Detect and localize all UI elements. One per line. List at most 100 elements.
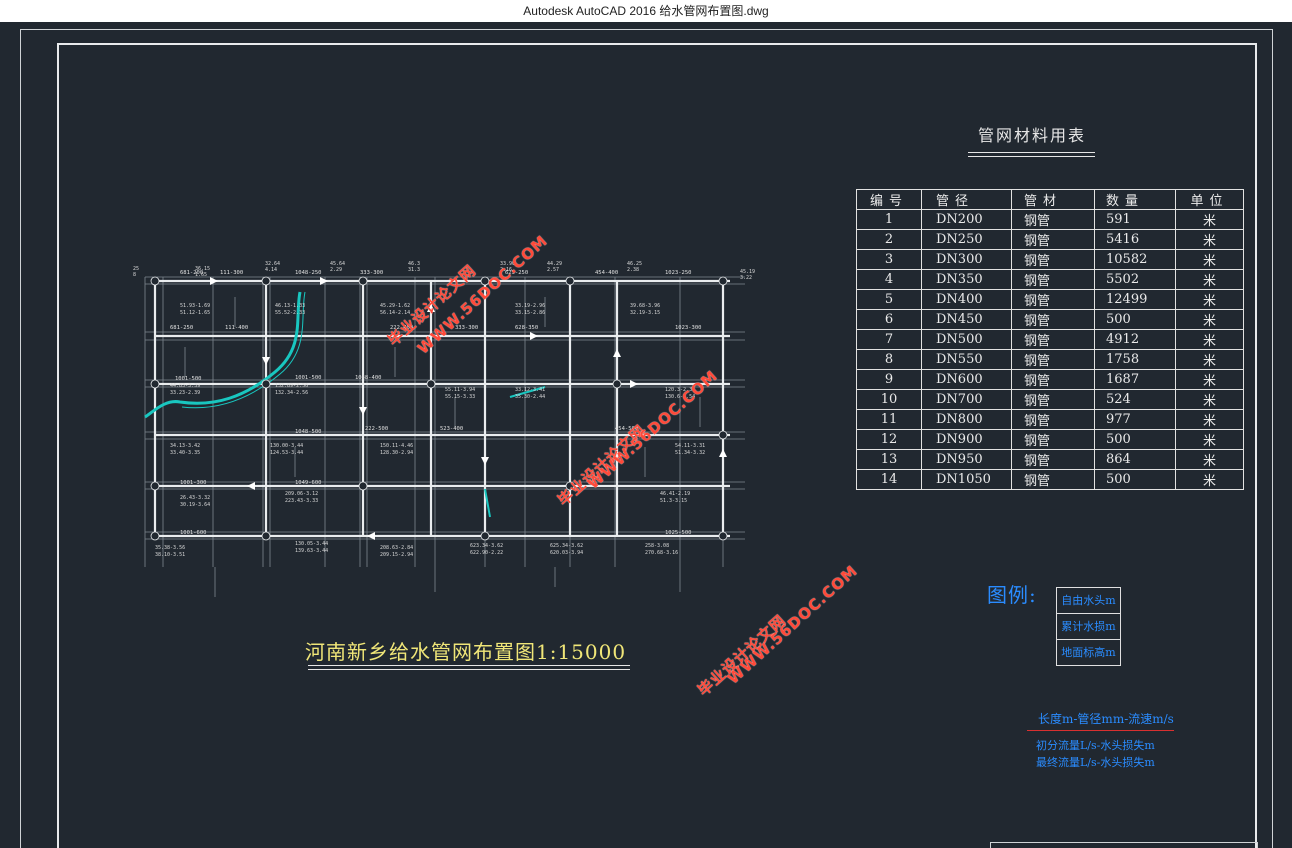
svg-text:32.19-3.15: 32.19-3.15 — [630, 310, 660, 316]
pipe-label: 1049-600 — [295, 480, 322, 486]
table-cell: 米 — [1175, 209, 1244, 230]
svg-text:34.13-3.42: 34.13-3.42 — [170, 443, 200, 449]
header-cell: 单位 — [1175, 189, 1244, 210]
table-cell: 钢管 — [1011, 469, 1095, 490]
legend-box: 自由水头m 累计水损m 地面标高m — [1056, 587, 1121, 666]
table-cell: 钢管 — [1011, 329, 1095, 350]
table-cell: 钢管 — [1011, 249, 1095, 270]
table-cell: 米 — [1175, 229, 1244, 250]
table-cell: 1687 — [1094, 369, 1176, 390]
pipe-label: 1001-500 — [295, 375, 322, 381]
table-cell: DN300 — [921, 249, 1012, 270]
table-header-row: 编号 管径 管材 数量 单位 — [856, 189, 1244, 210]
flow-key-final: 最终流量L/s-水头损失m — [1036, 756, 1155, 769]
pipe-label: 1025-500 — [665, 530, 692, 536]
table-cell: 米 — [1175, 269, 1244, 290]
svg-text:209.15-2.94: 209.15-2.94 — [380, 552, 413, 558]
header-cell: 管材 — [1011, 189, 1095, 210]
svg-text:124.53-3.44: 124.53-3.44 — [270, 450, 303, 456]
table-row: 12 DN900 钢管 500 米 — [856, 429, 1244, 450]
flow-key: 初分流量L/s-水头损失m 最终流量L/s-水头损失m — [1036, 737, 1155, 771]
table-cell: DN700 — [921, 389, 1012, 410]
table-cell: 米 — [1175, 309, 1244, 330]
pipe-key-label: 长度m-管径mm-流速m/s — [1038, 712, 1174, 726]
table-cell: 4912 — [1094, 329, 1176, 350]
pipe-label: 1048-250 — [295, 270, 322, 276]
svg-text:3.22: 3.22 — [740, 275, 752, 281]
table-title-underline-2 — [968, 156, 1095, 157]
table-cell: 5 — [856, 289, 922, 310]
svg-text:150.11-4.46: 150.11-4.46 — [380, 443, 413, 449]
map-title: 河南新乡给水管网布置图1:15000 — [305, 640, 627, 664]
table-cell: 5502 — [1094, 269, 1176, 290]
map-title-underline-2 — [308, 669, 630, 670]
legend-item-ground-elevation: 地面标高m — [1061, 646, 1116, 659]
svg-text:46.13-1.33: 46.13-1.33 — [275, 303, 305, 309]
table-cell: DN600 — [921, 369, 1012, 390]
svg-text:128.30-2.94: 128.30-2.94 — [380, 450, 413, 456]
table-cell: 864 — [1094, 449, 1176, 470]
table-cell: 14 — [856, 469, 922, 490]
svg-text:208.63-2.84: 208.63-2.84 — [380, 545, 413, 551]
table-cell: 5416 — [1094, 229, 1176, 250]
table-cell: 13 — [856, 449, 922, 470]
svg-text:139.63-3.44: 139.63-3.44 — [295, 548, 328, 554]
title-block-stamp — [990, 842, 1258, 848]
table-cell: DN450 — [921, 309, 1012, 330]
svg-text:39.68-3.96: 39.68-3.96 — [630, 303, 660, 309]
table-cell: DN800 — [921, 409, 1012, 430]
pipe-label: 333-300 — [360, 270, 383, 276]
svg-text:4.14: 4.14 — [265, 267, 277, 273]
pipe-label: 1048-400 — [355, 375, 382, 381]
table-row: 14 DN1050 钢管 500 米 — [856, 469, 1244, 490]
material-table-title: 管网材料用表 — [977, 126, 1086, 145]
svg-text:1.65: 1.65 — [195, 272, 207, 278]
table-cell: 524 — [1094, 389, 1176, 410]
drawing-canvas[interactable]: 681-200 111-300 1048-250 333-300 625-250 454-… — [0, 22, 1292, 848]
svg-text:26.43-3.32: 26.43-3.32 — [180, 495, 210, 501]
material-table: 编号 管径 管材 数量 单位 1 DN200 钢管 591 米 2 DN250 钢管 5416 米… — [856, 189, 1244, 490]
table-row: 4 DN350 钢管 5502 米 — [856, 269, 1244, 290]
svg-text:51.12-1.65: 51.12-1.65 — [180, 310, 210, 316]
map-title-underline — [308, 665, 630, 666]
svg-text:625.34-3.62: 625.34-3.62 — [550, 543, 583, 549]
table-cell: 米 — [1175, 349, 1244, 370]
svg-text:623.34-3.62: 623.34-3.62 — [470, 543, 503, 549]
table-cell: 591 — [1094, 209, 1176, 230]
table-cell: 4 — [856, 269, 922, 290]
table-cell: 7 — [856, 329, 922, 350]
svg-text:55.11-3.94: 55.11-3.94 — [445, 387, 475, 393]
table-row: 2 DN250 钢管 5416 米 — [856, 229, 1244, 250]
table-cell: DN200 — [921, 209, 1012, 230]
table-row: 1 DN200 钢管 591 米 — [856, 209, 1244, 230]
svg-text:132.34-2.56: 132.34-2.56 — [275, 390, 308, 396]
table-cell: 10 — [856, 389, 922, 410]
svg-text:622.90-2.22: 622.90-2.22 — [470, 550, 503, 556]
table-cell: 500 — [1094, 469, 1176, 490]
table-cell: 3 — [856, 249, 922, 270]
table-row: 10 DN700 钢管 524 米 — [856, 389, 1244, 410]
table-cell: 钢管 — [1011, 369, 1095, 390]
table-row: 8 DN550 钢管 1758 米 — [856, 349, 1244, 370]
table-cell: 1 — [856, 209, 922, 230]
legend-item-free-head: 自由水头m — [1057, 588, 1120, 614]
svg-text:33.15-2.86: 33.15-2.86 — [515, 310, 545, 316]
svg-text:38.10-3.51: 38.10-3.51 — [155, 552, 185, 558]
window-title: Autodesk AutoCAD 2016 给水管网布置图.dwg — [523, 4, 769, 18]
pipe-label: 1001-600 — [180, 530, 207, 536]
svg-text:51.93-1.69: 51.93-1.69 — [180, 303, 210, 309]
flow-key-initial: 初分流量L/s-水头损失m — [1036, 739, 1155, 752]
table-cell: DN1050 — [921, 469, 1012, 490]
svg-text:33.23-2.39: 33.23-2.39 — [170, 390, 200, 396]
table-cell: 钢管 — [1011, 209, 1095, 230]
pipe-label: 222-500 — [365, 426, 388, 432]
svg-text:8: 8 — [133, 272, 136, 278]
table-title-underline — [968, 152, 1095, 153]
svg-text:51.34-3.32: 51.34-3.32 — [675, 450, 705, 456]
svg-text:2.57: 2.57 — [547, 267, 559, 273]
svg-text:209.06-3.12: 209.06-3.12 — [285, 491, 318, 497]
table-cell: DN950 — [921, 449, 1012, 470]
svg-text:130.00-3.44: 130.00-3.44 — [270, 443, 303, 449]
table-cell: 12 — [856, 429, 922, 450]
svg-text:130.05-3.44: 130.05-3.44 — [295, 541, 328, 547]
